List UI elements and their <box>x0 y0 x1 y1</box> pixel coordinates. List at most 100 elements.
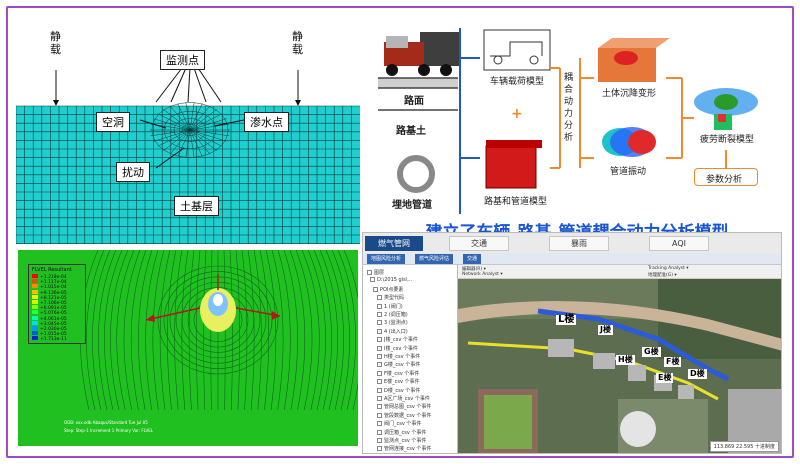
fatigue-model-label: 疲劳断裂模型 <box>700 135 755 145</box>
layer-tree-item[interactable]: H楼_csv 个事件 <box>377 353 420 360</box>
layer-tree-item[interactable]: POI点要素 <box>373 286 403 293</box>
buried-pipe-label: 埋地管道 <box>392 200 432 211</box>
layer-checkbox[interactable] <box>377 337 382 343</box>
layer-checkbox[interactable] <box>377 387 382 393</box>
cavity-label: 空洞 <box>96 112 130 132</box>
gis-app-panel: 燃气管网 交通 暴雨 AQI 地图风险分析 燃气风险评估 交通 图层 D:\201… <box>362 232 782 454</box>
layer-tree-item[interactable]: I楼_csv 个事件 <box>377 345 418 352</box>
layer-tree-item[interactable]: 1 (阀门) <box>377 303 403 310</box>
coupled-model-panel: + 路面 路基土 埋地管道 车辆载荷模型 路基和管道模型 耦合动力分析 土体沉降… <box>370 18 784 244</box>
layer-label: G楼_csv 个事件 <box>384 362 421 369</box>
layer-tree-item[interactable]: D:\2015 gis\... <box>370 277 412 283</box>
tab-traffic[interactable]: 交通 <box>449 236 509 251</box>
legend-swatch <box>32 289 38 294</box>
layer-checkbox[interactable] <box>377 295 382 301</box>
legend-swatch <box>32 320 38 325</box>
coupled-analysis-label: 耦合动力分析 <box>564 73 574 143</box>
layer-checkbox[interactable] <box>377 345 382 351</box>
legend-swatch <box>32 310 38 315</box>
soil-layer-label: 土基层 <box>174 196 219 216</box>
legend-swatch <box>32 315 38 320</box>
layer-tree-item[interactable]: 管网连接_csv 个事件 <box>377 445 431 452</box>
layer-label: D楼_csv 个事件 <box>384 387 421 394</box>
layer-tree-item[interactable]: E楼_csv 个事件 <box>377 378 420 385</box>
gis-toolbar: 编辑器(R) ▾ Network Analyst ▾ Tracking Anal… <box>458 265 781 279</box>
layer-checkbox[interactable] <box>377 370 382 376</box>
tab-bar: 燃气管网 交通 暴雨 AQI <box>363 233 781 253</box>
layer-tree-item[interactable]: A区广场_csv 个事件 <box>377 395 430 402</box>
disturbance-label: 扰动 <box>116 162 150 182</box>
network-analyst-menu[interactable]: Network Analyst ▾ <box>462 272 503 277</box>
layer-checkbox[interactable] <box>377 320 382 326</box>
svg-text:+: + <box>511 106 523 122</box>
legend-swatch <box>32 326 38 330</box>
layer-label: 3 (监测点) <box>384 320 408 327</box>
layer-checkbox[interactable] <box>377 446 382 452</box>
layer-checkbox[interactable] <box>377 379 382 385</box>
layer-checkbox[interactable] <box>373 286 378 292</box>
coordinate-readout: 113.869 22.595 十进制度 <box>709 441 779 452</box>
layer-checkbox[interactable] <box>377 354 382 359</box>
sub-tab-map-risk[interactable]: 地图风险分析 <box>367 254 406 264</box>
legend-swatch <box>32 294 38 299</box>
layer-label: POI点要素 <box>380 286 404 293</box>
layer-tree-item[interactable]: F楼_csv 个事件 <box>377 370 419 377</box>
layer-tree-item[interactable]: G楼_csv 个事件 <box>377 361 420 368</box>
layer-checkbox[interactable] <box>377 328 382 334</box>
building-label-g[interactable]: G楼 <box>642 347 661 357</box>
tracking-analyst-menu[interactable]: Tracking Analyst ▾ <box>648 266 689 271</box>
coupled-model-diagram: + <box>378 28 758 214</box>
building-label-j[interactable]: J楼 <box>598 325 613 335</box>
legend-entry: +1.713e-11 <box>32 336 67 342</box>
building-label-f[interactable]: F楼 <box>664 357 682 367</box>
layer-tree-item[interactable]: J楼_csv 个事件 <box>377 336 418 343</box>
layer-checkbox[interactable] <box>377 303 382 309</box>
layer-tree-item[interactable]: 阀门_csv 个事件 <box>377 420 421 427</box>
layer-tree-item[interactable]: 监测点_csv 个事件 <box>377 437 426 444</box>
building-label-d[interactable]: D楼 <box>688 369 707 379</box>
legend-value: +1.713e-11 <box>40 337 67 343</box>
layer-checkbox[interactable] <box>377 438 382 443</box>
legend-swatch <box>32 274 38 278</box>
layer-tree-item[interactable]: 2 (调压箱) <box>377 311 408 318</box>
layer-checkbox[interactable] <box>377 429 382 435</box>
road-base-label: 路基土 <box>396 126 426 137</box>
tab-rainstorm[interactable]: 暴雨 <box>549 236 609 251</box>
layer-tree-item[interactable]: 3 (监测点) <box>377 319 408 326</box>
legend-swatch <box>32 305 38 310</box>
layer-checkbox[interactable] <box>370 277 375 283</box>
building-label-e[interactable]: E楼 <box>656 373 674 383</box>
layer-tree-item[interactable]: 管段数据_csv 个事件 <box>377 412 431 419</box>
layer-label: D:\2015 gis\... <box>377 277 413 284</box>
layer-checkbox[interactable] <box>367 270 372 275</box>
monitor-points-label: 监测点 <box>160 50 205 70</box>
layer-checkbox[interactable] <box>377 312 382 317</box>
legend-swatch <box>32 300 38 304</box>
layer-checkbox[interactable] <box>377 404 382 410</box>
layer-checkbox[interactable] <box>377 421 382 427</box>
building-label-h[interactable]: H楼 <box>616 355 635 365</box>
layer-tree-item[interactable]: D楼_csv 个事件 <box>377 387 420 394</box>
layer-tree: 图层 D:\2015 gis\... POI点要素 类型代码 1 (阀门) 2 (调压箱)… <box>363 265 458 453</box>
sub-tab-bar: 地图风险分析 燃气风险评估 交通 <box>363 253 781 265</box>
sub-tab-traffic[interactable]: 交通 <box>463 254 482 264</box>
layer-checkbox[interactable] <box>377 362 382 368</box>
satellite-imagery <box>458 279 781 453</box>
tab-aqi[interactable]: AQI <box>649 236 709 251</box>
layer-tree-item[interactable]: 管网总图_csv 个事件 <box>377 403 431 410</box>
legend-swatch <box>32 284 38 289</box>
layer-checkbox[interactable] <box>377 412 382 418</box>
layer-tree-item[interactable]: 调压箱_csv 个事件 <box>377 429 426 436</box>
layer-checkbox[interactable] <box>377 396 382 401</box>
layer-label: 管段数据_csv 个事件 <box>384 412 432 419</box>
building-label-l[interactable]: L楼 <box>556 315 577 325</box>
layer-tree-item[interactable]: 图层 <box>367 269 384 276</box>
layer-tree-item[interactable]: 类型代码 <box>377 294 404 301</box>
layer-label: E楼_csv 个事件 <box>384 379 420 386</box>
tab-gas-network[interactable]: 燃气管网 <box>365 236 423 251</box>
sub-tab-gas-risk[interactable]: 燃气风险评估 <box>415 254 454 264</box>
layer-tree-item[interactable]: 4 (出入口) <box>377 328 408 335</box>
svg-text:Step: Step-1 Increment 1 Pri: Step: Step-1 Increment 1 Primary Var: FL… <box>64 428 154 433</box>
satellite-map[interactable]: L楼 J楼 H楼 G楼 F楼 E楼 D楼 113.869 22.595 十进制度 <box>458 279 781 453</box>
georeference-menu[interactable]: 地理配准(G) ▾ <box>648 272 677 278</box>
